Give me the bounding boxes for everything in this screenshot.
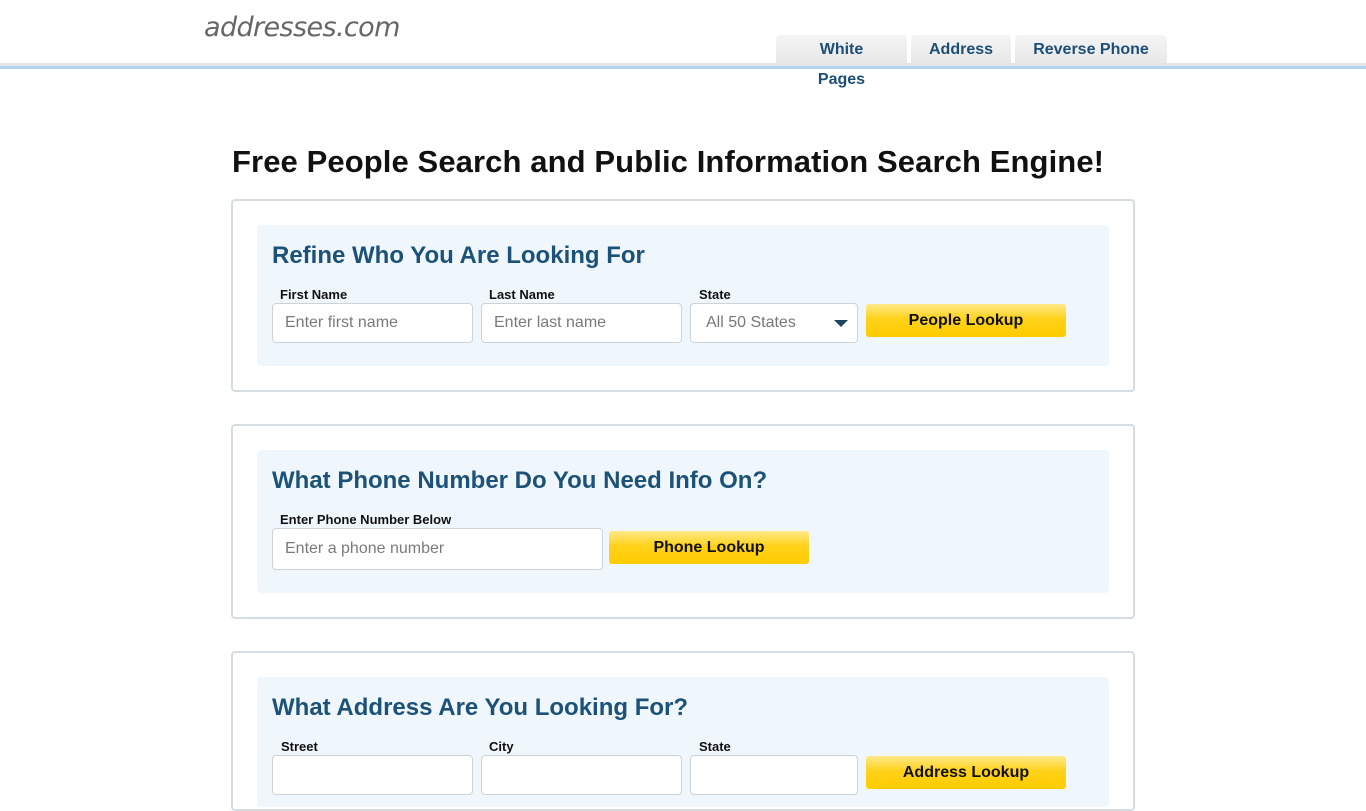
page-title: Free People Search and Public Informatio… [232,144,1105,179]
first-name-label: First Name [280,287,348,302]
address-state-select[interactable] [690,755,858,795]
state-select-value: All 50 States [706,314,796,331]
address-search-title: What Address Are You Looking For? [272,694,689,721]
phone-search-card: What Phone Number Do You Need Info On? E… [231,424,1135,619]
first-name-input[interactable] [272,303,473,343]
address-search-card: What Address Are You Looking For? Street… [231,651,1135,811]
phone-input[interactable] [272,528,603,570]
people-lookup-button[interactable]: People Lookup [866,304,1066,337]
header-accent-line [0,66,1366,69]
nav-tab-white-pages[interactable]: White Pages [776,35,907,88]
street-label: Street [281,739,318,754]
chevron-down-icon [834,320,848,327]
address-lookup-button[interactable]: Address Lookup [866,756,1066,789]
people-search-title: Refine Who You Are Looking For [272,242,645,269]
people-search-panel: Refine Who You Are Looking For First Nam… [257,225,1109,366]
address-search-panel: What Address Are You Looking For? Street… [257,677,1109,807]
phone-lookup-button[interactable]: Phone Lookup [609,531,809,564]
state-select[interactable]: All 50 States [690,303,858,343]
phone-search-panel: What Phone Number Do You Need Info On? E… [257,450,1109,593]
address-state-label: State [699,739,731,754]
people-search-card: Refine Who You Are Looking For First Nam… [231,199,1135,392]
site-logo[interactable]: addresses.com [204,12,400,43]
state-label: State [699,287,731,302]
street-input[interactable] [272,755,473,795]
site-header: addresses.com White Pages Address Revers… [0,0,1366,88]
main-nav: White Pages Address Reverse Phone [776,35,1167,88]
city-label: City [489,739,514,754]
nav-tab-reverse-phone[interactable]: Reverse Phone [1015,35,1167,66]
phone-label: Enter Phone Number Below [280,512,452,527]
city-input[interactable] [481,755,682,795]
phone-search-title: What Phone Number Do You Need Info On? [272,467,768,494]
last-name-label: Last Name [489,287,555,302]
last-name-input[interactable] [481,303,682,343]
nav-tab-address[interactable]: Address [911,35,1011,66]
